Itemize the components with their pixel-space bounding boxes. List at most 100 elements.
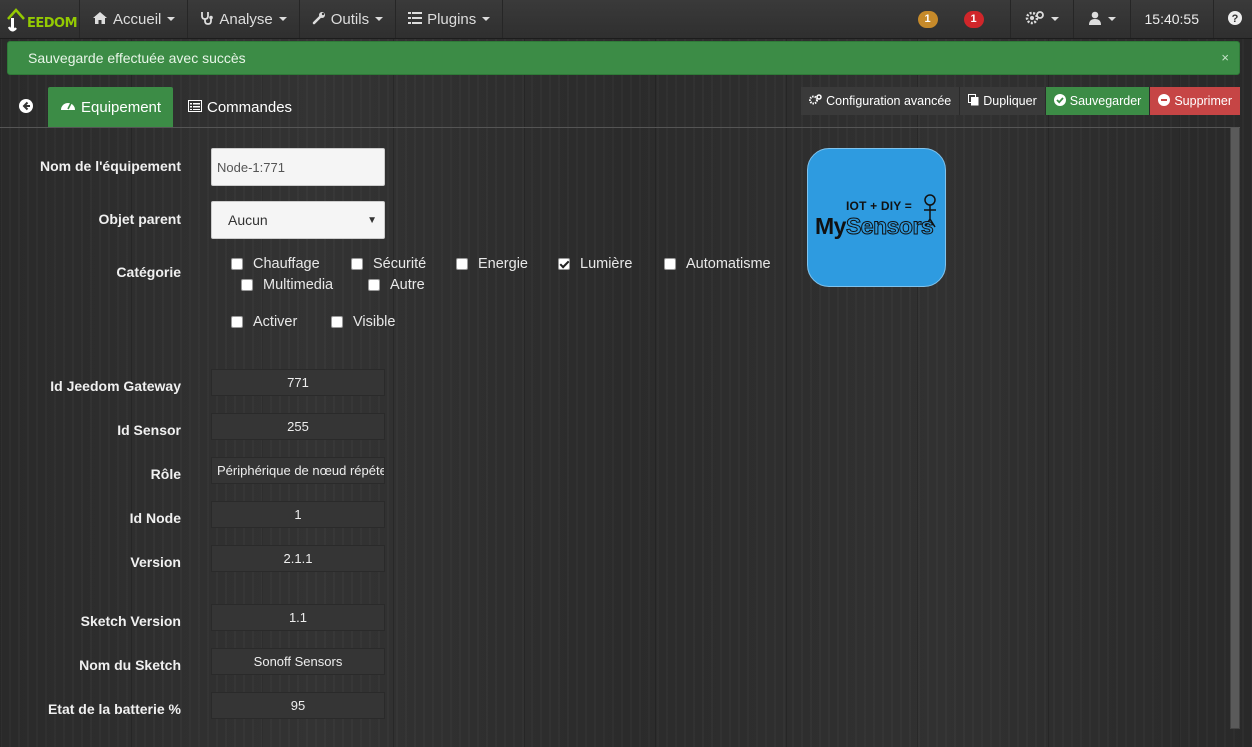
- help-button[interactable]: ?: [1213, 0, 1252, 38]
- menu-outils-label: Outils: [330, 10, 370, 28]
- sketch-name-label: Nom du Sketch: [79, 657, 181, 673]
- menu-accueil[interactable]: Accueil: [80, 0, 189, 38]
- checkbox[interactable]: [231, 258, 243, 270]
- logo-my: My: [815, 213, 846, 239]
- scrollbar-thumb[interactable]: [1231, 128, 1239, 728]
- checkbox[interactable]: [231, 316, 243, 328]
- stethoscope-icon: [200, 11, 214, 28]
- logo-tagline: IOT + DIY =: [846, 199, 913, 213]
- visible-label: Visible: [353, 314, 396, 330]
- category-energie[interactable]: Energie: [456, 256, 528, 272]
- brand-text: EEDOM: [27, 15, 78, 31]
- house-icon: [6, 7, 26, 32]
- chevron-down-icon: [167, 17, 176, 21]
- sketch-version-label: Sketch Version: [80, 613, 181, 629]
- tasks-icon: [408, 11, 423, 27]
- question-circle-icon: ?: [1228, 10, 1242, 28]
- delete-label: Supprimer: [1174, 94, 1232, 108]
- category-label-text: Chauffage: [253, 256, 320, 272]
- checkbox[interactable]: [241, 279, 253, 291]
- sketch-version-field[interactable]: 1.1: [211, 604, 385, 631]
- message-count-badge: 1: [917, 10, 938, 28]
- user-icon: [1088, 11, 1102, 28]
- node-id-field[interactable]: 1: [211, 501, 385, 528]
- notification-badge-orange[interactable]: 1: [905, 0, 951, 38]
- list-alt-icon: [188, 99, 202, 116]
- chevron-down-icon: [278, 17, 287, 21]
- category-label-text: Lumière: [580, 256, 633, 272]
- menu-outils[interactable]: Outils: [300, 0, 397, 38]
- gateway-id-field[interactable]: 771: [211, 369, 385, 396]
- sketch-name-field[interactable]: Sonoff Sensors: [211, 648, 385, 675]
- back-arrow-icon[interactable]: [18, 98, 34, 114]
- category-automatisme[interactable]: Automatisme: [664, 256, 771, 272]
- category-securite[interactable]: Sécurité: [351, 256, 426, 272]
- category-label: Catégorie: [116, 264, 181, 280]
- gears-icon: [1025, 10, 1045, 28]
- category-autre[interactable]: Autre: [368, 277, 425, 293]
- scrollbar[interactable]: [1230, 128, 1240, 729]
- checkbox[interactable]: [351, 258, 363, 270]
- advanced-config-label: Configuration avancée: [826, 94, 952, 108]
- checkbox[interactable]: [664, 258, 676, 270]
- menu-accueil-label: Accueil: [113, 10, 162, 28]
- equipment-name-input[interactable]: Node-1:771: [211, 148, 385, 186]
- svg-text:?: ?: [1232, 13, 1239, 25]
- visible-checkbox[interactable]: Visible: [331, 314, 395, 330]
- role-field[interactable]: Périphérique de nœud répéteur: [211, 457, 385, 484]
- category-label-text: Energie: [478, 256, 528, 272]
- save-button[interactable]: Sauvegarder: [1045, 87, 1151, 115]
- chevron-down-icon: [1050, 17, 1059, 21]
- version-field[interactable]: 2.1.1: [211, 545, 385, 572]
- copy-icon: [968, 93, 979, 109]
- node-id-label: Id Node: [129, 510, 181, 526]
- battery-label: Etat de la batterie %: [47, 701, 181, 717]
- wrench-icon: [312, 11, 326, 28]
- name-label: Nom de l'équipement: [39, 158, 181, 174]
- parent-object-value: Aucun: [228, 212, 268, 228]
- parent-object-select[interactable]: Aucun ▼: [211, 201, 385, 239]
- advanced-config-button[interactable]: Configuration avancée: [801, 87, 961, 115]
- sensor-id-label: Id Sensor: [117, 422, 181, 438]
- category-label-text: Autre: [390, 277, 425, 293]
- close-icon[interactable]: ×: [1221, 50, 1229, 65]
- category-label-text: Automatisme: [686, 256, 771, 272]
- tab-equipement[interactable]: Equipement: [48, 87, 173, 127]
- jeedom-logo[interactable]: EEDOM: [0, 0, 80, 38]
- chevron-down-icon: [482, 17, 491, 21]
- checkbox[interactable]: [456, 258, 468, 270]
- gateway-id-label: Id Jeedom Gateway: [50, 378, 181, 394]
- chevron-down-icon: [375, 17, 384, 21]
- alert-count-badge: 1: [963, 10, 984, 28]
- success-alert: Sauvegarde effectuée avec succès ×: [7, 41, 1240, 75]
- category-lumiere[interactable]: Lumière: [558, 256, 632, 272]
- category-label-text: Multimedia: [263, 277, 334, 293]
- category-label-text: Sécurité: [373, 256, 427, 272]
- tab-commandes[interactable]: Commandes: [176, 87, 304, 127]
- battery-field[interactable]: 95: [211, 692, 385, 719]
- sensor-id-field[interactable]: 255: [211, 413, 385, 440]
- action-buttons: Configuration avancée Dupliquer Sauvegar…: [801, 87, 1241, 115]
- category-chauffage[interactable]: Chauffage: [231, 256, 320, 272]
- checkbox[interactable]: [331, 316, 343, 328]
- notification-badge-red[interactable]: 1: [951, 0, 1010, 38]
- checkbox-checked[interactable]: [558, 258, 570, 270]
- check-circle-icon: [1053, 93, 1066, 109]
- cogs-icon: [809, 94, 822, 108]
- settings-menu[interactable]: [1009, 0, 1073, 38]
- delete-button[interactable]: Supprimer: [1150, 87, 1241, 115]
- duplicate-button[interactable]: Dupliquer: [960, 87, 1046, 115]
- logo-sensors: Sensors: [845, 213, 934, 240]
- activate-label: Activer: [253, 314, 298, 330]
- checkbox[interactable]: [368, 279, 380, 291]
- activate-checkbox[interactable]: Activer: [231, 314, 297, 330]
- category-multimedia[interactable]: Multimedia: [241, 277, 333, 293]
- menu-analyse[interactable]: Analyse: [188, 0, 300, 38]
- role-label: Rôle: [150, 466, 181, 482]
- menu-plugins[interactable]: Plugins: [396, 0, 504, 38]
- logo-wordmark: MySensors: [815, 213, 934, 240]
- menu-plugins-label: Plugins: [427, 10, 477, 28]
- user-menu[interactable]: [1072, 0, 1130, 38]
- alert-message: Sauvegarde effectuée avec succès: [28, 50, 246, 66]
- dropdown-arrow-icon: ▼: [367, 215, 377, 226]
